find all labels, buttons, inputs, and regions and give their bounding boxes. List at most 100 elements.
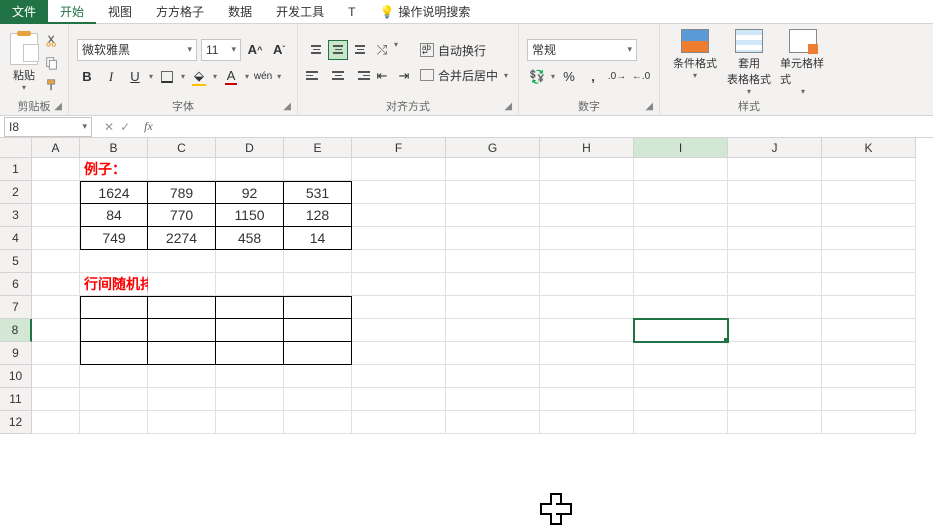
cancel-formula-icon[interactable]: ✕ (104, 120, 114, 134)
cell-I10[interactable] (634, 365, 728, 388)
cell-I1[interactable] (634, 158, 728, 181)
row-header-8[interactable]: 8 (0, 319, 32, 342)
copy-icon[interactable] (44, 55, 60, 71)
cell-E12[interactable] (284, 411, 352, 434)
cell-A9[interactable] (32, 342, 80, 365)
cell-A2[interactable] (32, 181, 80, 204)
fill-color-button[interactable]: ⬙ (189, 67, 209, 87)
align-top-button[interactable] (306, 40, 326, 60)
col-header-J[interactable]: J (728, 138, 822, 158)
cell-K1[interactable] (822, 158, 916, 181)
select-all-corner[interactable] (0, 138, 32, 158)
increase-decimal-button[interactable]: .0→ (607, 67, 627, 87)
cell-C5[interactable] (148, 250, 216, 273)
fx-icon[interactable]: fx (138, 119, 159, 134)
cell-E1[interactable] (284, 158, 352, 181)
cell-E3[interactable]: 128 (284, 204, 352, 227)
row-header-2[interactable]: 2 (0, 181, 32, 204)
tab-view[interactable]: 视图 (96, 0, 144, 24)
cell-G9[interactable] (446, 342, 540, 365)
cell-E10[interactable] (284, 365, 352, 388)
col-header-C[interactable]: C (148, 138, 216, 158)
cell-B6[interactable]: 行间随机排序： (80, 273, 148, 296)
tab-home[interactable]: 开始 (48, 0, 96, 24)
cell-K3[interactable] (822, 204, 916, 227)
format-painter-icon[interactable] (44, 77, 60, 93)
cell-J12[interactable] (728, 411, 822, 434)
cell-D6[interactable] (216, 273, 284, 296)
cell-I6[interactable] (634, 273, 728, 296)
row-header-3[interactable]: 3 (0, 204, 32, 227)
row-header-4[interactable]: 4 (0, 227, 32, 250)
cell-B8[interactable] (80, 319, 148, 342)
font-color-button[interactable]: A (221, 67, 241, 87)
cell-I11[interactable] (634, 388, 728, 411)
cell-F5[interactable] (352, 250, 446, 273)
cell-A11[interactable] (32, 388, 80, 411)
cell-H7[interactable] (540, 296, 634, 319)
cell-C3[interactable]: 770 (148, 204, 216, 227)
col-header-E[interactable]: E (284, 138, 352, 158)
cell-G10[interactable] (446, 365, 540, 388)
row-header-5[interactable]: 5 (0, 250, 32, 273)
wrap-text-button[interactable]: ab↵自动换行 (420, 42, 508, 59)
cell-A12[interactable] (32, 411, 80, 434)
cell-H2[interactable] (540, 181, 634, 204)
align-center-button[interactable] (328, 66, 348, 86)
cell-H5[interactable] (540, 250, 634, 273)
decrease-indent-button[interactable]: ⇤ (372, 66, 392, 86)
cell-K4[interactable] (822, 227, 916, 250)
col-header-K[interactable]: K (822, 138, 916, 158)
font-name-combo[interactable]: 微软雅黑▾ (77, 39, 197, 61)
align-bottom-button[interactable] (350, 40, 370, 60)
number-launcher[interactable]: ◢ (645, 99, 653, 115)
col-header-H[interactable]: H (540, 138, 634, 158)
formula-input[interactable] (159, 117, 933, 137)
cell-I7[interactable] (634, 296, 728, 319)
cell-E7[interactable] (284, 296, 352, 319)
cell-H6[interactable] (540, 273, 634, 296)
col-header-G[interactable]: G (446, 138, 540, 158)
cell-E5[interactable] (284, 250, 352, 273)
cell-K2[interactable] (822, 181, 916, 204)
merge-center-button[interactable]: 合并后居中▾ (420, 67, 508, 84)
cell-H1[interactable] (540, 158, 634, 181)
cell-J7[interactable] (728, 296, 822, 319)
cell-B2[interactable]: 1624 (80, 181, 148, 204)
cell-E4[interactable]: 14 (284, 227, 352, 250)
cell-A6[interactable] (32, 273, 80, 296)
cell-D8[interactable] (216, 319, 284, 342)
accounting-button[interactable]: 💱 (527, 67, 547, 87)
cell-A10[interactable] (32, 365, 80, 388)
cell-J4[interactable] (728, 227, 822, 250)
cell-F3[interactable] (352, 204, 446, 227)
orientation-button[interactable]: ⤭ (372, 40, 392, 60)
cell-G5[interactable] (446, 250, 540, 273)
col-header-D[interactable]: D (216, 138, 284, 158)
name-box[interactable]: I8▾ (4, 117, 92, 137)
cell-D2[interactable]: 92 (216, 181, 284, 204)
cell-B1[interactable]: 例子： (80, 158, 148, 181)
row-header-6[interactable]: 6 (0, 273, 32, 296)
enter-formula-icon[interactable]: ✓ (120, 120, 130, 134)
cell-J6[interactable] (728, 273, 822, 296)
increase-font-icon[interactable]: A^ (245, 40, 265, 60)
cell-styles-button[interactable]: 单元格样式▾ (780, 29, 826, 96)
cell-B9[interactable] (80, 342, 148, 365)
align-left-button[interactable] (306, 66, 326, 86)
align-middle-button[interactable] (328, 40, 348, 60)
cell-C9[interactable] (148, 342, 216, 365)
phonetic-button[interactable]: wén (253, 67, 273, 87)
decrease-font-icon[interactable]: Aˇ (269, 40, 289, 60)
cell-D4[interactable]: 458 (216, 227, 284, 250)
clipboard-launcher[interactable]: ◢ (54, 99, 62, 115)
cell-F2[interactable] (352, 181, 446, 204)
cell-C4[interactable]: 2274 (148, 227, 216, 250)
cell-C8[interactable] (148, 319, 216, 342)
cell-B10[interactable] (80, 365, 148, 388)
cell-D3[interactable]: 1150 (216, 204, 284, 227)
cell-F4[interactable] (352, 227, 446, 250)
cell-A1[interactable] (32, 158, 80, 181)
border-button[interactable] (157, 67, 177, 87)
cell-G6[interactable] (446, 273, 540, 296)
